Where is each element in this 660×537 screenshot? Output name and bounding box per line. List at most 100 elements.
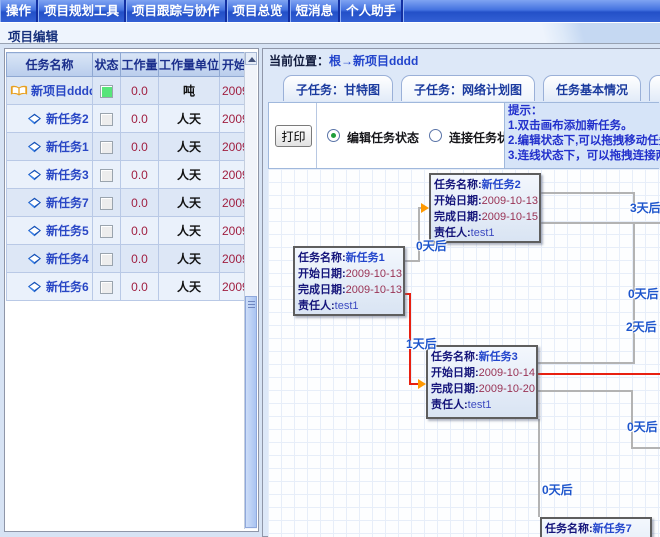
task-name: 新项目dddd (31, 82, 93, 99)
node-name-value: 新任务7 (593, 523, 632, 535)
print-button[interactable]: 打印 (275, 125, 312, 147)
node-name-value: 新任务2 (482, 179, 521, 191)
node-start-value: 2009-10-13 (482, 195, 538, 207)
table-row[interactable]: 新任务2 0.0 人天 2009 (7, 105, 249, 133)
node-start-label: 开始日期: (298, 268, 346, 280)
workload-value: 0.0 (121, 273, 159, 301)
task-name: 新任务4 (46, 250, 89, 267)
top-menu-bar: 操作 项目规划工具 项目跟踪与协作 项目总览 短消息 个人助手 (0, 0, 660, 22)
task-book-icon (26, 224, 43, 237)
edge-delay-label: 3天后 (630, 199, 660, 216)
page-title: 项目编辑 (8, 26, 58, 45)
breadcrumb-path-link[interactable]: 根→新项目dddd (329, 54, 418, 68)
network-diagram-panel: 当前位置：根→新项目dddd 子任务：甘特图 子任务：网络计划图 任务基本情况 … (262, 48, 660, 537)
scrollbar-thumb[interactable] (245, 296, 257, 528)
workload-value: 0.0 (121, 105, 159, 133)
menu-item-project-overview[interactable]: 项目总览 (227, 0, 290, 22)
workload-value: 0.0 (121, 161, 159, 189)
task-name: 新任务1 (46, 138, 89, 155)
task-node-new-task-1[interactable]: 任务名称:新任务1 开始日期:2009-10-13 完成日期:2009-10-1… (293, 246, 405, 316)
edge-delay-label: 1天后 (406, 335, 437, 352)
task-node-new-task-3[interactable]: 任务名称:新任务3 开始日期:2009-10-14 完成日期:2009-10-2… (426, 345, 538, 419)
table-scrollbar[interactable] (244, 52, 257, 529)
menu-item-assistant[interactable]: 个人助手 (340, 0, 403, 22)
diagram-toolbar: 打印 编辑任务状态 连接任务状态 提示： 1.双击画布添加新任务。 2.编辑状态… (268, 102, 659, 169)
edge-delay-label: 0天后 (628, 285, 659, 302)
menu-item-planning-tools[interactable]: 项目规划工具 (38, 0, 126, 22)
table-row[interactable]: 新任务4 0.0 人天 2009 (7, 245, 249, 273)
node-start-value: 2009-10-14 (479, 367, 535, 379)
task-book-icon (26, 252, 43, 265)
table-row[interactable]: 新任务5 0.0 人天 2009 (7, 217, 249, 245)
node-name-label: 任务名称: (298, 252, 346, 264)
tab-subtask-gantt[interactable]: 子任务：甘特图 (283, 75, 393, 101)
task-book-icon (26, 196, 43, 209)
task-node-new-task-7[interactable]: 任务名称:新任务7 开始日期:2009-10-20 (540, 517, 652, 537)
status-indicator (100, 281, 113, 294)
task-name: 新任务2 (46, 110, 89, 127)
radio-edit-task-state-label[interactable]: 编辑任务状态 (347, 129, 419, 146)
menu-item-messages[interactable]: 短消息 (290, 0, 341, 22)
task-table: 任务名称 状态 工作量 工作量单位 开始 新项目dddd 0.0 吨 2009 … (6, 52, 249, 301)
scroll-up-icon[interactable] (245, 52, 257, 65)
task-list-panel: 任务名称 状态 工作量 工作量单位 开始 新项目dddd 0.0 吨 2009 … (4, 48, 259, 532)
tab-subtask-network-plan[interactable]: 子任务：网络计划图 (401, 75, 535, 101)
workload-unit: 人天 (159, 189, 220, 217)
network-diagram-canvas[interactable]: 任务名称:新任务2 开始日期:2009-10-13 完成日期:2009-10-1… (268, 169, 660, 537)
edge-delay-label: 0天后 (627, 418, 658, 435)
node-name-value: 新任务1 (346, 252, 385, 264)
workload-value: 0.0 (121, 77, 159, 105)
table-row[interactable]: 新任务3 0.0 人天 2009 (7, 161, 249, 189)
print-cell: 打印 (269, 103, 317, 168)
tips-panel: 提示： 1.双击画布添加新任务。 2.编辑状态下,可以拖拽移动任务框 3.连线状… (504, 103, 660, 168)
task-book-icon (26, 168, 43, 181)
edge-delay-label: 0天后 (542, 481, 573, 498)
node-end-value: 2009-10-20 (479, 383, 535, 395)
col-header-workload-unit: 工作量单位 (159, 53, 220, 77)
project-open-book-icon (10, 84, 28, 98)
menu-item-operate[interactable]: 操作 (0, 0, 38, 22)
workload-unit: 人天 (159, 133, 220, 161)
node-end-label: 完成日期: (298, 284, 346, 296)
node-end-label: 完成日期: (431, 383, 479, 395)
table-row[interactable]: 新任务6 0.0 人天 2009 (7, 273, 249, 301)
status-indicator (100, 253, 113, 266)
status-indicator (100, 225, 113, 238)
menu-item-tracking-collab[interactable]: 项目跟踪与协作 (126, 0, 227, 22)
workload-unit: 人天 (159, 217, 220, 245)
status-indicator (100, 197, 113, 210)
workload-unit: 吨 (159, 77, 220, 105)
edge-delay-label: 2天后 (626, 318, 657, 335)
tips-line-1: 1.双击画布添加新任务。 (508, 119, 660, 134)
radio-edit-task-state[interactable] (327, 129, 340, 142)
status-indicator (100, 169, 113, 182)
workload-value: 0.0 (121, 245, 159, 273)
node-name-label: 任务名称: (434, 179, 482, 191)
tab-task-basic-info[interactable]: 任务基本情况 (543, 75, 641, 101)
radio-connect-task-state[interactable] (429, 129, 442, 142)
task-book-icon (26, 140, 43, 153)
workload-unit: 人天 (159, 245, 220, 273)
workload-unit: 人天 (159, 105, 220, 133)
workload-unit: 人天 (159, 161, 220, 189)
node-start-value: 2009-10-13 (346, 268, 402, 280)
node-name-value: 新任务3 (479, 351, 518, 363)
node-end-label: 完成日期: (434, 211, 482, 223)
status-indicator (100, 113, 113, 126)
table-row[interactable]: 新项目dddd 0.0 吨 2009 (7, 77, 249, 105)
task-name: 新任务5 (46, 222, 89, 239)
table-row[interactable]: 新任务1 0.0 人天 2009 (7, 133, 249, 161)
task-node-new-task-2[interactable]: 任务名称:新任务2 开始日期:2009-10-13 完成日期:2009-10-1… (429, 173, 541, 243)
table-row[interactable]: 新任务7 0.0 人天 2009 (7, 189, 249, 217)
tab-task-change[interactable]: 任务变 (649, 75, 660, 101)
table-header-row: 任务名称 状态 工作量 工作量单位 开始 (7, 53, 249, 77)
status-indicator (100, 85, 113, 98)
node-owner-label: 责任人: (431, 399, 468, 411)
col-header-workload: 工作量 (121, 53, 159, 77)
status-indicator (100, 141, 113, 154)
scrollbar-grip (248, 301, 255, 308)
workload-value: 0.0 (121, 217, 159, 245)
node-end-value: 2009-10-13 (346, 284, 402, 296)
menu-bar-filler (403, 0, 660, 22)
col-header-task-name: 任务名称 (7, 53, 93, 77)
